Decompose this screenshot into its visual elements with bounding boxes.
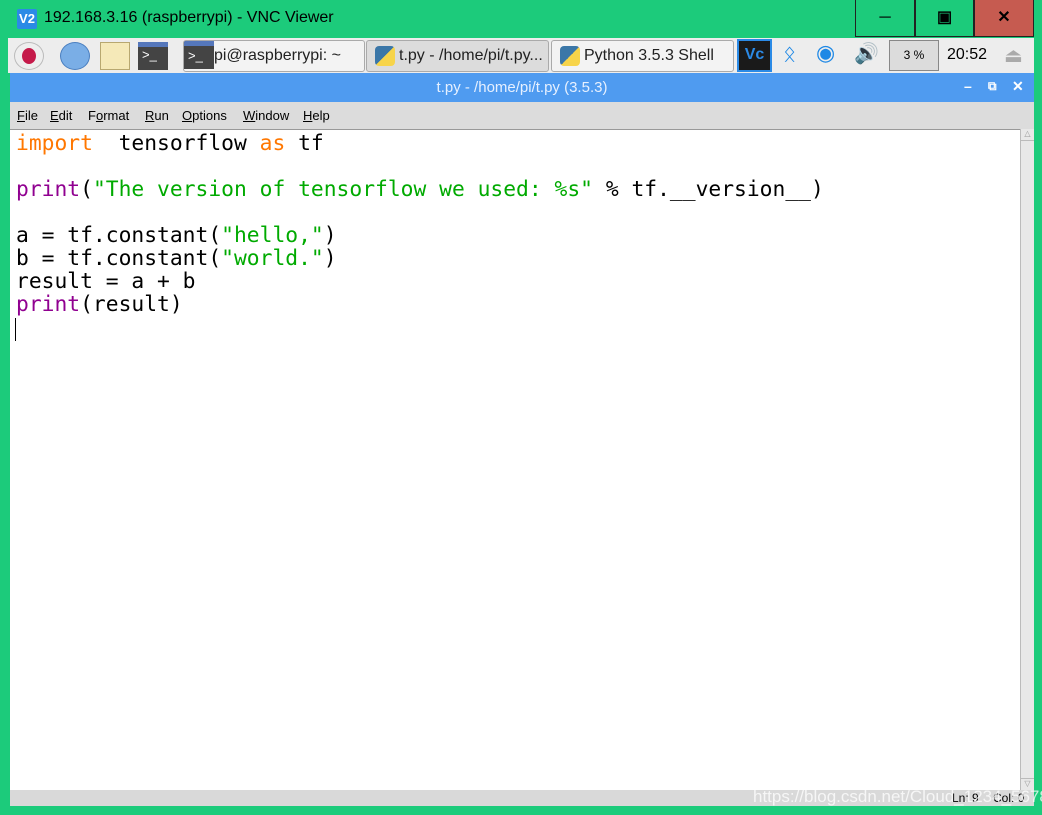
code-token: tensorflow	[92, 131, 260, 156]
menu-run[interactable]: Run	[145, 108, 169, 123]
web-browser-icon[interactable]	[60, 42, 90, 70]
cpu-monitor[interactable]: 3 %	[889, 40, 939, 71]
volume-icon[interactable]: 🔊	[854, 41, 879, 66]
vertical-scrollbar[interactable]: △ ▽	[1020, 129, 1034, 790]
text-cursor	[15, 318, 16, 341]
idle-window-title: t.py - /home/pi/t.py (3.5.3)	[436, 79, 608, 96]
menu-file[interactable]: File	[17, 108, 38, 123]
menu-format[interactable]: Format	[88, 108, 129, 123]
bluetooth-icon[interactable]: ᛟ	[783, 41, 796, 67]
code-token: print	[16, 292, 81, 317]
code-token: print	[16, 177, 81, 202]
python-icon	[560, 45, 580, 66]
menu-window[interactable]: Window	[243, 108, 289, 123]
code-token: "The version of tensorflow we used: %s"	[92, 177, 593, 202]
code-token: (result)	[80, 292, 183, 317]
code-line: result = a + b	[16, 270, 824, 293]
close-button[interactable]: ✕	[974, 0, 1034, 37]
code-line: b = tf.constant("world.")	[16, 247, 824, 270]
terminal-icon[interactable]: >_	[138, 42, 168, 70]
task-terminal[interactable]: >_ pi@raspberrypi: ~	[183, 40, 365, 72]
task-label: t.py - /home/pi/t.py...	[399, 47, 543, 64]
file-manager-icon[interactable]	[100, 42, 130, 70]
code-token: % tf.__version__)	[593, 177, 824, 202]
vnc-icon[interactable]: Vc	[737, 39, 772, 72]
code-token: as	[259, 131, 286, 156]
code-line: a = tf.constant("hello,")	[16, 224, 824, 247]
idle-close-button[interactable]: ✕	[1012, 78, 1024, 95]
idle-minimize-button[interactable]: –	[964, 78, 972, 94]
code-token: )	[323, 246, 337, 271]
code-token: (	[80, 177, 93, 202]
code-token: import	[16, 131, 93, 156]
clock[interactable]: 20:52	[947, 46, 987, 64]
python-icon	[375, 45, 395, 66]
code-token: a = tf.constant(	[16, 223, 222, 248]
code-token: )	[323, 223, 337, 248]
eject-icon[interactable]: ⏏	[1004, 43, 1023, 68]
task-t-py[interactable]: t.py - /home/pi/t.py...	[366, 40, 549, 72]
window-title: 192.168.3.16 (raspberrypi) - VNC Viewer	[44, 9, 334, 26]
task-label: Python 3.5.3 Shell	[584, 47, 714, 64]
scroll-up-icon[interactable]: △	[1021, 129, 1034, 141]
code-line: import tensorflow as tf	[16, 132, 824, 155]
wifi-icon[interactable]: ◉	[816, 40, 835, 66]
menu-bar: File Edit Format Run Options Window Help	[10, 102, 1034, 129]
minimize-button[interactable]: ─	[855, 0, 915, 37]
code-line: print(result)	[16, 293, 824, 316]
code-text[interactable]: import tensorflow as tf print("The versio…	[16, 132, 824, 316]
code-line: print("The version of tensorflow we used…	[16, 178, 824, 201]
code-token: tf	[285, 131, 324, 156]
vnc-logo-icon: V2	[17, 9, 37, 29]
idle-title-bar: t.py - /home/pi/t.py (3.5.3) – ⧉ ✕	[10, 73, 1034, 102]
taskbar: >_ >_ pi@raspberrypi: ~ t.py - /home/pi/t…	[8, 38, 1034, 73]
code-editor[interactable]: import tensorflow as tf print("The versio…	[10, 129, 1020, 790]
code-token: b = tf.constant(	[16, 246, 222, 271]
menu-edit[interactable]: Edit	[50, 108, 72, 123]
vnc-title-bar: V2 192.168.3.16 (raspberrypi) - VNC View…	[0, 0, 1042, 38]
maximize-button[interactable]: ▣	[915, 0, 974, 37]
watermark: https://blog.csdn.net/Cloud_1234_5678	[753, 787, 1042, 806]
task-label: pi@raspberrypi: ~	[214, 47, 341, 64]
code-token: result = a + b	[16, 269, 196, 294]
menu-help[interactable]: Help	[303, 108, 330, 123]
menu-options[interactable]: Options	[182, 108, 227, 123]
task-python-shell[interactable]: Python 3.5.3 Shell	[551, 40, 734, 72]
code-token: "hello,"	[221, 223, 324, 248]
idle-restore-button[interactable]: ⧉	[988, 79, 997, 94]
code-token: "world."	[221, 246, 324, 271]
raspberry-menu-icon[interactable]	[14, 42, 44, 70]
